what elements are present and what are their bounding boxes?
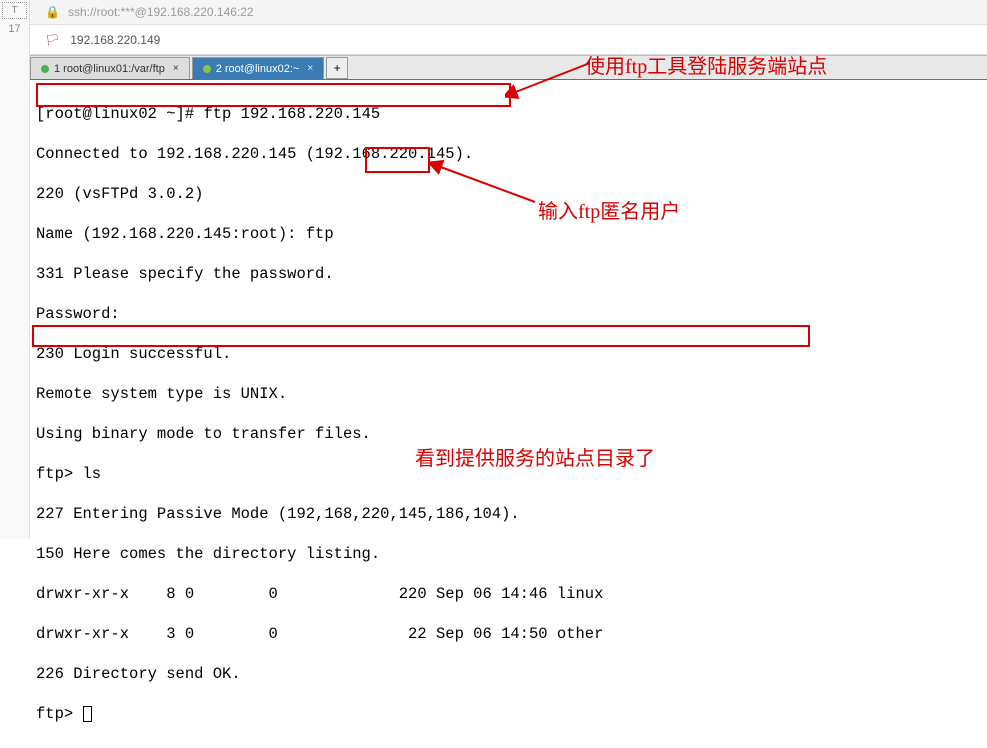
- output-line: Using binary mode to transfer files.: [36, 424, 981, 444]
- lock-icon: 🔒: [45, 5, 60, 19]
- output-line: Password:: [36, 304, 981, 324]
- prompt: [root@linux02 ~]#: [36, 105, 203, 123]
- output-line: 230 Login successful.: [36, 344, 981, 364]
- flag-icon: 🏳: [45, 33, 60, 47]
- name-prompt: Name (192.168.220.145:root):: [36, 225, 306, 243]
- ssh-topbar: 🔒 ssh://root:***@192.168.220.146:22: [0, 0, 987, 25]
- terminal-output[interactable]: [root@linux02 ~]# ftp 192.168.220.145 Co…: [30, 79, 987, 748]
- output-line: 220 (vsFTPd 3.0.2): [36, 184, 981, 204]
- output-line: Connected to 192.168.220.145 (192.168.22…: [36, 144, 981, 164]
- status-dot-icon: [41, 65, 49, 73]
- name-prompt-line: Name (192.168.220.145:root): ftp: [36, 224, 981, 244]
- dir-listing-row: drwxr-xr-x 8 0 0 220 Sep 06 14:46 linux: [36, 584, 981, 604]
- output-line: 331 Please specify the password.: [36, 264, 981, 284]
- tab-2-active[interactable]: 2 root@linux02:~ ×: [192, 57, 324, 79]
- output-line: ftp> ls: [36, 464, 981, 484]
- close-icon[interactable]: ×: [307, 63, 313, 74]
- address-bar: 🏳 192.168.220.149: [0, 25, 987, 55]
- ftp-command: ftp 192.168.220.145: [203, 105, 380, 123]
- tab-add-button[interactable]: +: [326, 57, 348, 79]
- tab-2-label: 2 root@linux02:~: [216, 63, 300, 75]
- tab-bar: 1 root@linux01:/var/ftp × 2 root@linux02…: [30, 55, 987, 79]
- close-icon[interactable]: ×: [173, 63, 179, 74]
- status-dot-icon: [203, 65, 211, 73]
- ftp-prompt: ftp>: [36, 705, 83, 723]
- cursor-icon: [83, 706, 92, 722]
- dir-listing-row: drwxr-xr-x 3 0 0 22 Sep 06 14:50 other: [36, 624, 981, 644]
- output-line: Remote system type is UNIX.: [36, 384, 981, 404]
- plus-icon: +: [334, 61, 341, 75]
- left-gutter: T 17: [0, 0, 30, 539]
- output-line: 150 Here comes the directory listing.: [36, 544, 981, 564]
- ftp-user-input: ftp: [306, 225, 334, 243]
- output-line: 226 Directory send OK.: [36, 664, 981, 684]
- ssh-address-text: ssh://root:***@192.168.220.146:22: [68, 5, 254, 19]
- tab-1[interactable]: 1 root@linux01:/var/ftp ×: [30, 57, 190, 79]
- tab-1-label: 1 root@linux01:/var/ftp: [54, 63, 165, 75]
- ftp-prompt-line: ftp>: [36, 704, 981, 724]
- prompt-line: [root@linux02 ~]# ftp 192.168.220.145: [36, 104, 981, 124]
- output-line: 227 Entering Passive Mode (192,168,220,1…: [36, 504, 981, 524]
- gutter-text-icon: T: [2, 2, 27, 19]
- gutter-line-number: 17: [0, 21, 29, 37]
- address-ip: 192.168.220.149: [70, 33, 160, 47]
